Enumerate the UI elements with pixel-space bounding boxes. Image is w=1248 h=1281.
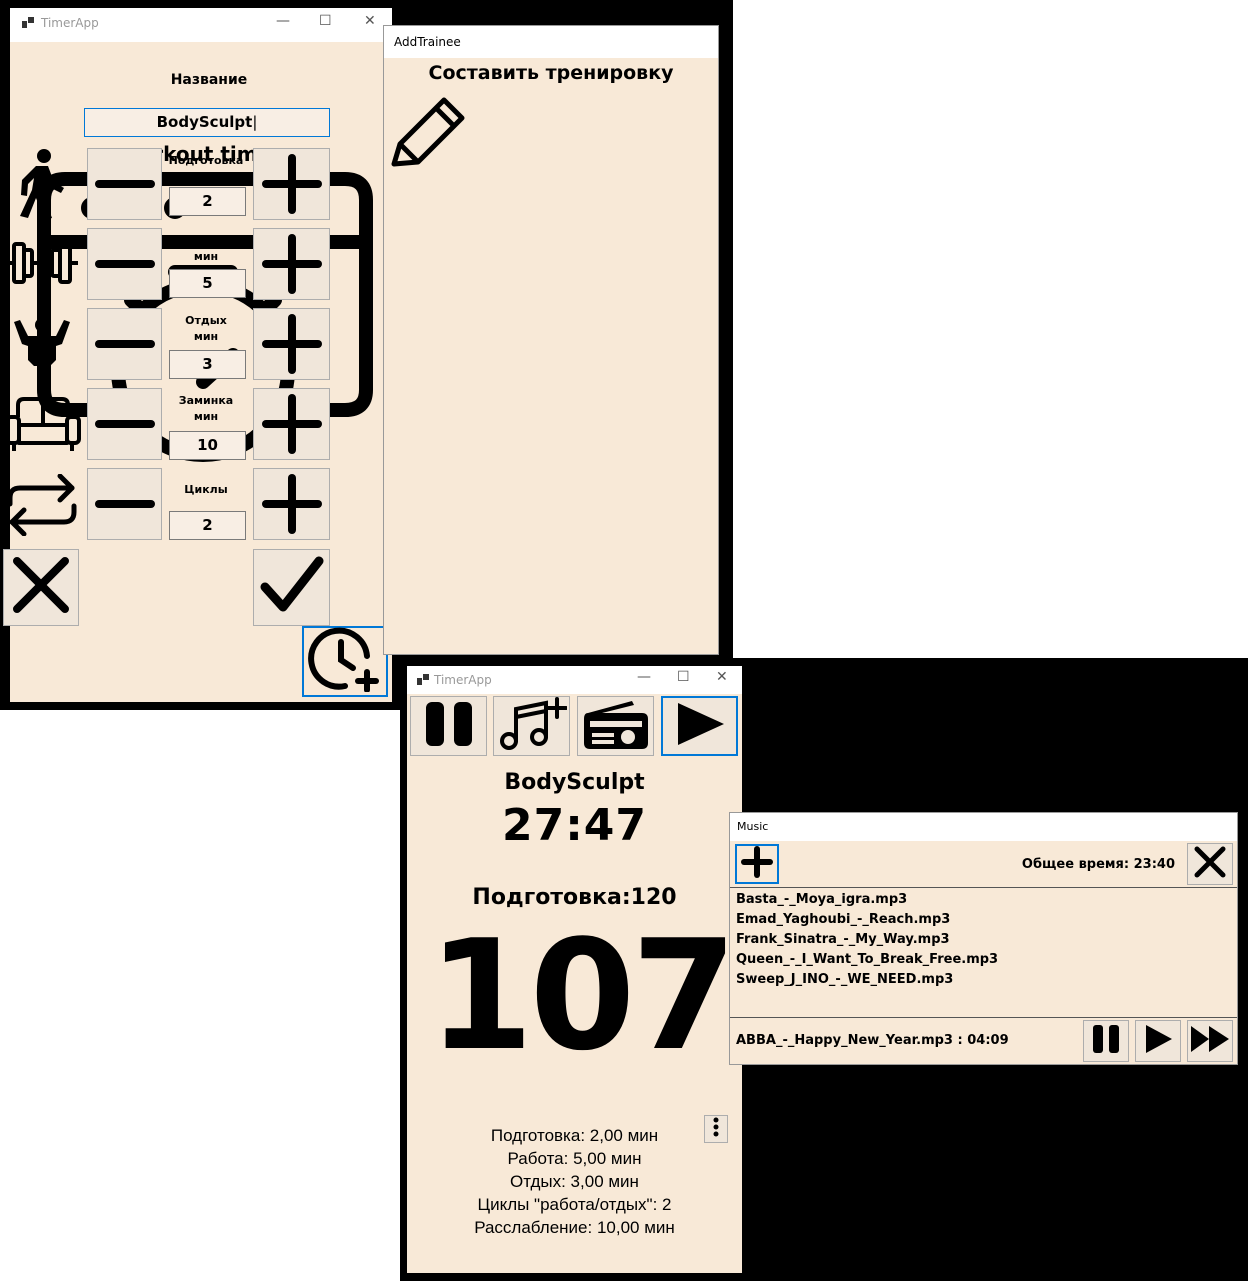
decrease-cycles-button[interactable] [87,468,162,540]
plus-icon [740,845,774,884]
close-window-button[interactable]: ✕ [364,13,376,29]
form-heading: Составить тренировку [428,62,674,84]
work-field[interactable]: 5 [169,269,246,298]
music-pause-button[interactable] [1083,1020,1129,1062]
maximize-button[interactable]: ☐ [677,669,690,685]
maximize-button[interactable]: ☐ [319,13,332,29]
window-title: Music [737,820,769,833]
increase-cycles-button[interactable] [253,468,330,540]
cooldown-field[interactable]: 10 [169,431,246,460]
track-list[interactable]: Basta_-_Moya_igra.mp3 Emad_Yaghoubi_-_Re… [730,887,1237,1018]
checkmark-icon [259,555,325,620]
pause-icon [1090,1023,1122,1060]
cooldown-label: Заминка мин [178,394,234,423]
window-title: TimerApp [41,16,99,30]
app-icon [22,17,34,29]
info-line: Циклы "работа/отдых": 2 [477,1195,672,1214]
minimize-button[interactable]: — [276,13,290,29]
dumbbell-icon [4,238,80,293]
list-item[interactable]: Emad_Yaghoubi_-_Reach.mp3 [736,910,1237,930]
info-line: Отдых: 3,00 мин [510,1172,639,1191]
play-button[interactable] [661,696,738,756]
pause-icon [422,700,476,753]
close-window-button[interactable]: ✕ [716,669,728,685]
player-window: TimerApp — ☐ ✕ BodySculpt 27:47 Подготов… [407,666,742,1273]
list-item[interactable]: Frank_Sinatra_-_My_Way.mp3 [736,930,1237,950]
music-play-button[interactable] [1135,1020,1181,1062]
confirm-button[interactable] [253,549,330,626]
info-line: Подготовка: 2,00 мин [490,1126,659,1145]
info-line: Работа: 5,00 мин [507,1149,642,1168]
window-title: AddTrainee [394,35,461,49]
add-track-button[interactable] [735,844,779,884]
decrease-preparation-button[interactable] [87,148,162,220]
decrease-work-button[interactable] [87,228,162,300]
rest-field[interactable]: 3 [169,350,246,379]
walking-person-icon [10,148,70,227]
music-note-plus-icon [497,696,568,756]
list-item[interactable]: Queen_-_I_Want_To_Break_Free.mp3 [736,950,1237,970]
countdown: 107 [427,907,737,1084]
play-icon [672,700,728,753]
name-input-value: BodySculpt [156,113,253,131]
repeat-icon [4,473,80,541]
window-title: TimerApp [434,673,492,687]
workout-name: BodySculpt [504,770,645,795]
increase-rest-button[interactable] [253,308,330,380]
title-bar: Music [730,813,1237,841]
info-line: Расслабление: 10,00 мин [474,1218,675,1237]
add-workout-button[interactable] [302,626,388,697]
workout-info: Подготовка: 2,00 мин Работа: 5,00 мин От… [407,1124,742,1239]
now-playing: ABBA_-_Happy_New_Year.mp3 : 04:09 [736,1033,1009,1048]
minimize-button[interactable]: — [637,669,651,685]
radio-icon [582,699,650,754]
cycles-label: Циклы [184,483,228,496]
decrease-cooldown-button[interactable] [87,388,162,460]
add-trainee-window: AddTrainee Составить тренировку [383,25,719,655]
increase-work-button[interactable] [253,228,330,300]
title-bar: TimerApp — ☐ ✕ [10,8,392,42]
music-window: Music Общее время: 23:40 Basta_-_Moya_ig… [729,812,1238,1065]
fast-forward-icon [1189,1024,1231,1059]
rest-label: Отдых мин [185,314,227,343]
list-item[interactable]: Sweep_J_INO_-_WE_NEED.mp3 [736,970,1237,990]
preparation-field[interactable]: 2 [169,187,246,216]
title-bar: TimerApp — ☐ ✕ [407,666,742,694]
radio-button[interactable] [577,696,654,756]
total-music-time: Общее время: 23:40 [1021,857,1175,872]
increase-preparation-button[interactable] [253,148,330,220]
music-next-button[interactable] [1187,1020,1233,1062]
clock-plus-icon [305,626,385,697]
sofa-icon [4,395,82,460]
close-icon [1193,845,1227,884]
total-time: 27:47 [501,800,648,851]
title-bar: AddTrainee [384,26,718,58]
app-icon [417,674,429,686]
pause-button[interactable] [410,696,487,756]
work-label: Работа мин [183,234,229,263]
decrease-rest-button[interactable] [87,308,162,380]
pencil-icon [388,92,466,175]
increase-cooldown-button[interactable] [253,388,330,460]
cycles-field[interactable]: 2 [169,511,246,540]
preparation-label: Подготовка мин [168,154,244,183]
cancel-button[interactable] [3,549,79,626]
play-icon [1142,1023,1174,1060]
close-icon [11,555,71,620]
close-music-button[interactable] [1187,843,1233,885]
name-label: Название [170,72,248,88]
rest-person-icon [10,318,74,373]
name-input[interactable]: BodySculpt| [84,108,330,137]
list-item[interactable]: Basta_-_Moya_igra.mp3 [736,890,1237,910]
add-music-button[interactable] [493,696,570,756]
